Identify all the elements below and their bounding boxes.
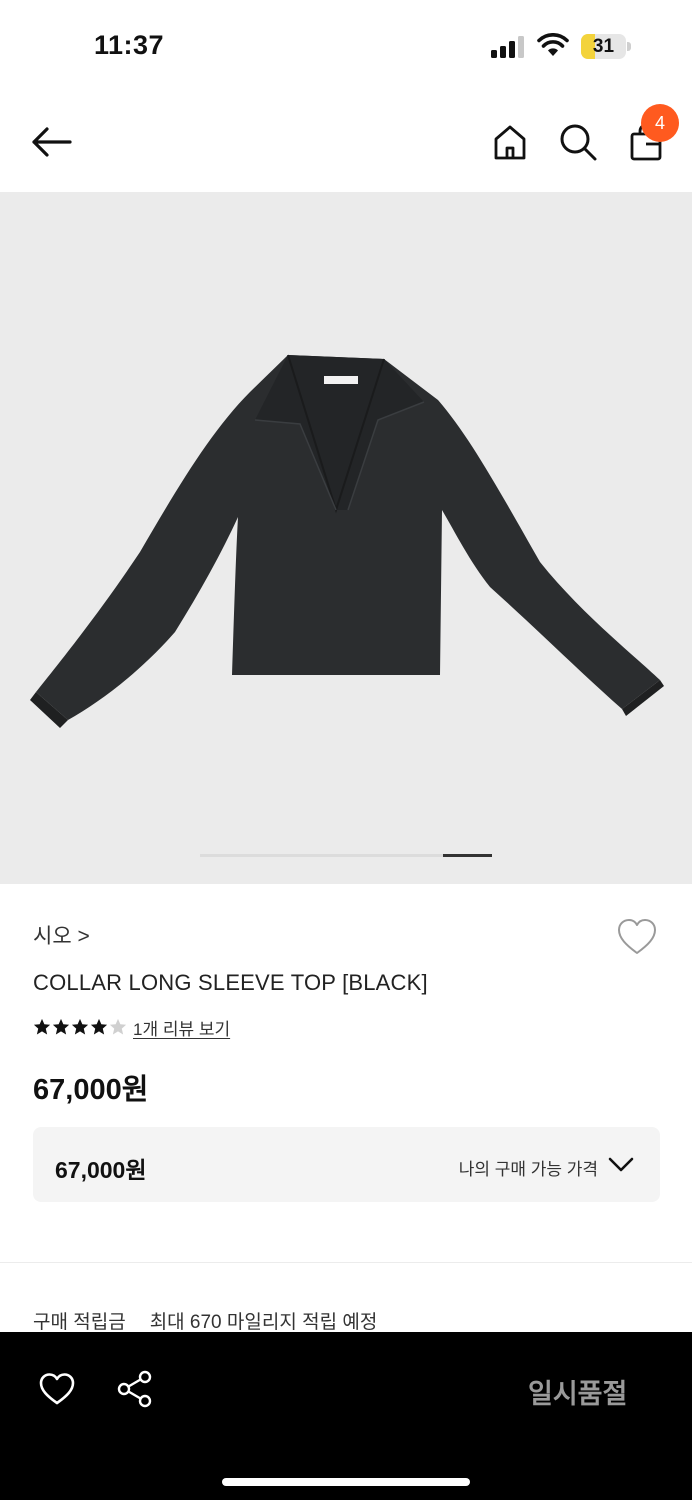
mileage-row: 구매 적립금 최대 670 마일리지 적립 예정	[33, 1307, 377, 1334]
brand-name: 시오	[33, 925, 72, 948]
cellular-signal-icon	[491, 36, 524, 58]
star-empty-icon	[109, 1018, 127, 1035]
mileage-label: 구매 적립금	[33, 1312, 126, 1333]
star-filled-icon	[71, 1018, 89, 1035]
rating-row: 1개 리뷰 보기	[33, 1015, 230, 1040]
home-icon[interactable]	[490, 122, 530, 162]
wifi-icon	[537, 33, 569, 56]
product-title: COLLAR LONG SLEEVE TOP [BLACK]	[33, 970, 428, 995]
arrow-left-icon[interactable]	[30, 124, 72, 160]
my-price-value: 67,000원	[55, 1157, 147, 1183]
battery-level: 31	[592, 36, 615, 57]
cart-count-badge[interactable]: 4	[641, 104, 679, 142]
star-filled-icon	[33, 1018, 51, 1035]
share-icon[interactable]	[116, 1370, 154, 1408]
section-divider	[0, 1262, 692, 1263]
heart-icon[interactable]	[616, 917, 658, 957]
chevron-right-icon: >	[77, 925, 90, 948]
product-image-carousel[interactable]	[0, 192, 692, 884]
mileage-value: 최대 670 마일리지 적립 예정	[149, 1312, 378, 1333]
heart-icon[interactable]	[38, 1372, 76, 1406]
carousel-progress	[200, 854, 492, 857]
battery-indicator: 31	[581, 34, 631, 59]
status-time: 11:37	[94, 30, 165, 60]
product-price: 67,000원	[33, 1074, 149, 1106]
carousel-progress-active	[443, 854, 492, 857]
top-nav-bar	[0, 92, 692, 192]
star-rating	[33, 1018, 127, 1036]
bottom-action-bar: 일시품절	[0, 1332, 692, 1500]
status-bar: 11:37 31	[0, 0, 692, 92]
product-photo	[30, 354, 664, 728]
my-price-label: 나의 구매 가능 가격	[458, 1160, 598, 1179]
sold-out-button[interactable]: 일시품절	[528, 1372, 627, 1411]
review-link[interactable]: 1개 리뷰 보기	[133, 1015, 230, 1040]
chevron-down-icon	[608, 1157, 634, 1172]
my-price-box[interactable]: 67,000원 나의 구매 가능 가격	[33, 1127, 660, 1202]
home-indicator	[222, 1478, 470, 1486]
search-icon[interactable]	[558, 122, 598, 162]
star-filled-icon	[90, 1018, 108, 1035]
star-filled-icon	[52, 1018, 70, 1035]
brand-link[interactable]: 시오 >	[33, 920, 90, 950]
